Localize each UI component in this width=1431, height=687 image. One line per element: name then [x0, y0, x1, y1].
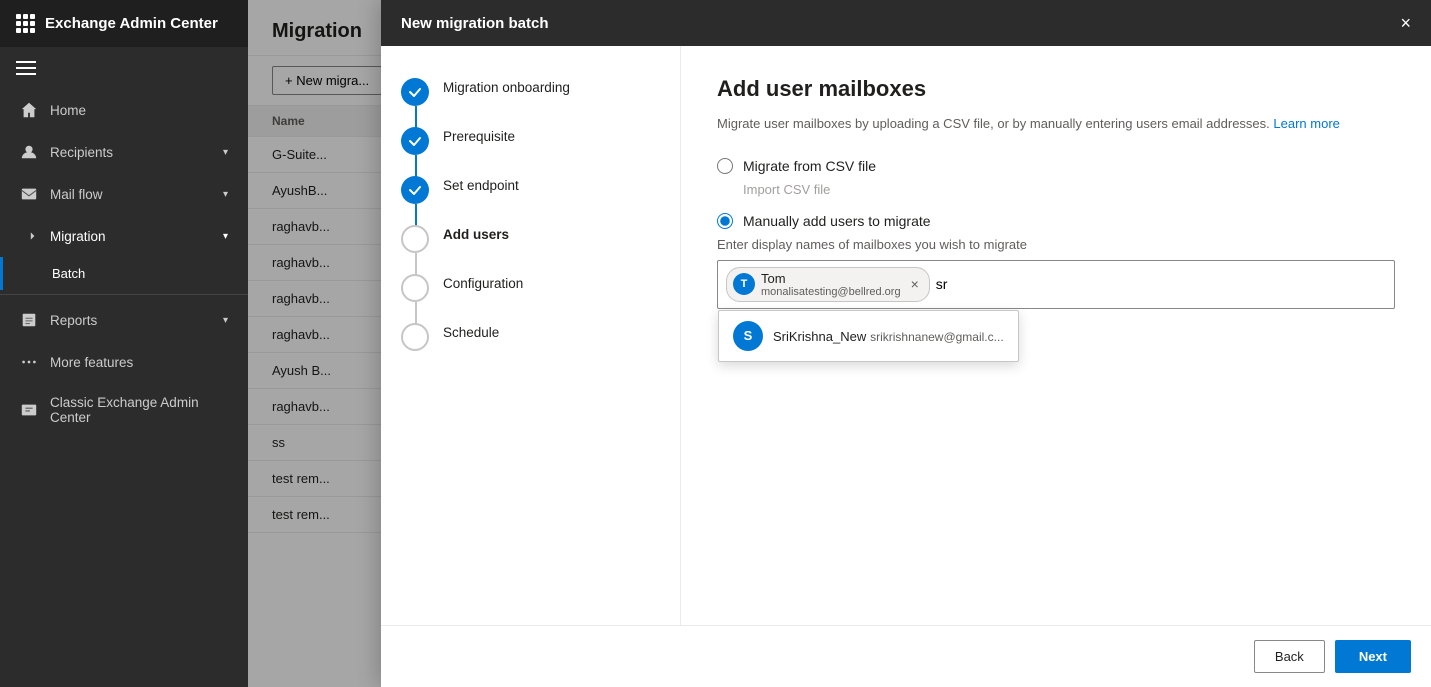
csv-radio[interactable]: [717, 158, 733, 174]
wizard-step-3: Set endpoint: [401, 174, 660, 223]
sidebar-label-migration: Migration: [50, 229, 106, 244]
chevron-down-icon-3: ▾: [223, 231, 228, 242]
app-header: Exchange Admin Center: [0, 0, 248, 47]
app-title: Exchange Admin Center: [45, 15, 218, 32]
step-circle-5: [401, 274, 429, 302]
step-circle-2: [401, 127, 429, 155]
recipients-icon: [20, 143, 38, 161]
csv-option-label: Migrate from CSV file: [743, 158, 876, 174]
checkmark-icon-2: [408, 134, 422, 148]
sidebar-nav: Home Recipients ▾ Mail flow ▾ Migration …: [0, 89, 248, 687]
classic-icon: [20, 401, 38, 419]
manual-option-label: Manually add users to migrate: [743, 213, 931, 229]
wizard-step-2: Prerequisite: [401, 125, 660, 174]
menu-toggle[interactable]: [0, 47, 248, 89]
step-circle-3: [401, 176, 429, 204]
wizard-step-6: Schedule: [401, 321, 660, 370]
sidebar-item-classic[interactable]: Classic Exchange Admin Center: [0, 383, 248, 437]
import-csv-hint: Import CSV file: [743, 182, 1395, 197]
modal-close-button[interactable]: ×: [1400, 14, 1411, 32]
sidebar: Exchange Admin Center Home Recipients ▾ …: [0, 0, 248, 687]
sidebar-item-reports[interactable]: Reports ▾: [0, 299, 248, 341]
tag-tom: T Tom monalisatesting@bellred.org ×: [726, 267, 930, 302]
tag-avatar-tom: T: [733, 273, 755, 295]
checkmark-icon-3: [408, 183, 422, 197]
back-button[interactable]: Back: [1254, 640, 1325, 673]
checkmark-icon: [408, 85, 422, 99]
modal-footer: Back Next: [381, 625, 1431, 687]
chevron-down-icon-2: ▾: [223, 189, 228, 200]
chevron-down-icon-4: ▾: [223, 315, 228, 326]
wizard-step-1: Migration onboarding: [401, 76, 660, 125]
sidebar-label-reports: Reports: [50, 313, 97, 328]
more-icon: [20, 353, 38, 371]
step-label-4: Add users: [443, 223, 509, 272]
step-circle-4: [401, 225, 429, 253]
reports-icon: [20, 311, 38, 329]
autocomplete-dropdown: S SriKrishna_New srikrishnanew@gmail.c..…: [718, 310, 1019, 362]
nav-divider: [0, 294, 248, 295]
migration-icon: [20, 227, 38, 245]
csv-option[interactable]: Migrate from CSV file: [717, 158, 1395, 174]
mailbox-text-input[interactable]: [936, 276, 1386, 292]
step-label-3: Set endpoint: [443, 174, 519, 223]
sidebar-label-home: Home: [50, 103, 86, 118]
app-grid-icon: [16, 14, 35, 33]
mailbox-input-label: Enter display names of mailboxes you wis…: [717, 237, 1395, 252]
sidebar-label-recipients: Recipients: [50, 145, 113, 160]
manual-option[interactable]: Manually add users to migrate: [717, 213, 1395, 229]
sidebar-item-migration[interactable]: Migration ▾: [0, 215, 248, 257]
sidebar-item-batch[interactable]: Batch: [0, 257, 248, 290]
step-label-1: Migration onboarding: [443, 76, 570, 125]
next-button[interactable]: Next: [1335, 640, 1411, 673]
wizard-step-4: Add users: [401, 223, 660, 272]
step-circle-6: [401, 323, 429, 351]
modal-body: Migration onboarding Prerequisite Set en…: [381, 46, 1431, 625]
mailbox-input-box: T Tom monalisatesting@bellred.org × S: [717, 260, 1395, 309]
batch-label: Batch: [52, 266, 85, 281]
step-circle-1: [401, 78, 429, 106]
sidebar-label-mailflow: Mail flow: [50, 187, 103, 202]
tag-info-tom: Tom monalisatesting@bellred.org: [761, 271, 901, 298]
wizard-step-5: Configuration: [401, 272, 660, 321]
wizard-content: Add user mailboxes Migrate user mailboxe…: [681, 46, 1431, 625]
sidebar-item-home[interactable]: Home: [0, 89, 248, 131]
tag-close-button[interactable]: ×: [911, 276, 919, 292]
autocomplete-info: SriKrishna_New srikrishnanew@gmail.c...: [773, 328, 1004, 344]
content-subtitle: Migrate user mailboxes by uploading a CS…: [717, 114, 1395, 134]
sidebar-label-more: More features: [50, 355, 133, 370]
sidebar-item-more[interactable]: More features: [0, 341, 248, 383]
mailflow-icon: [20, 185, 38, 203]
home-icon: [20, 101, 38, 119]
modal-dialog: New migration batch × Migration onboardi…: [381, 0, 1431, 687]
autocomplete-item[interactable]: S SriKrishna_New srikrishnanew@gmail.c..…: [719, 311, 1018, 361]
autocomplete-avatar: S: [733, 321, 763, 351]
sidebar-item-recipients[interactable]: Recipients ▾: [0, 131, 248, 173]
step-label-5: Configuration: [443, 272, 523, 321]
sidebar-label-classic: Classic Exchange Admin Center: [50, 395, 228, 425]
step-label-2: Prerequisite: [443, 125, 515, 174]
modal-header: New migration batch ×: [381, 0, 1431, 46]
content-heading: Add user mailboxes: [717, 76, 1395, 102]
wizard-steps: Migration onboarding Prerequisite Set en…: [381, 46, 681, 625]
chevron-down-icon: ▾: [223, 147, 228, 158]
manual-radio[interactable]: [717, 213, 733, 229]
step-label-6: Schedule: [443, 321, 499, 370]
learn-more-link[interactable]: Learn more: [1273, 116, 1339, 131]
sidebar-item-mailflow[interactable]: Mail flow ▾: [0, 173, 248, 215]
modal-title: New migration batch: [401, 15, 549, 32]
